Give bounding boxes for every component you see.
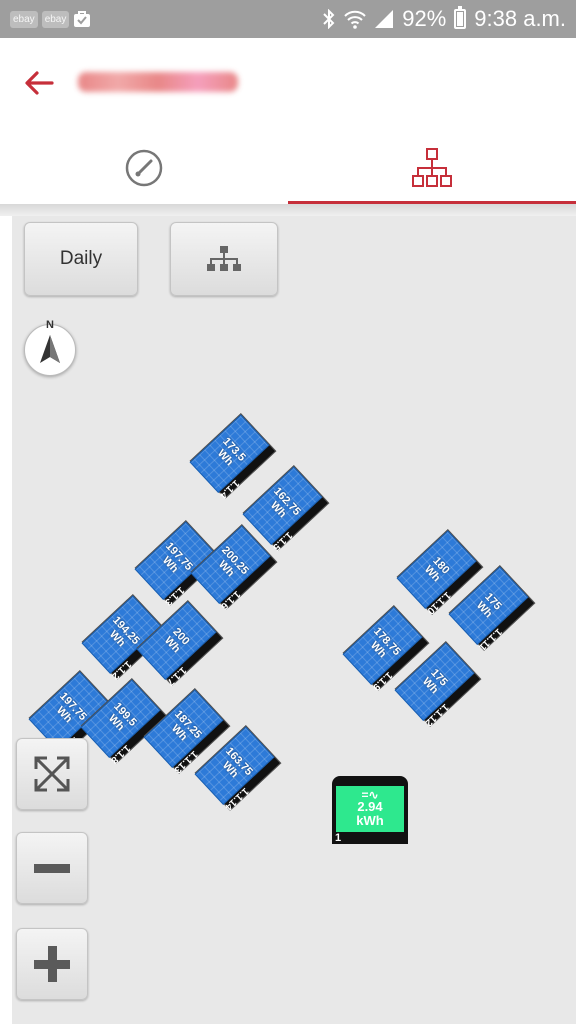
topology-view-button[interactable] — [170, 222, 278, 296]
fit-to-screen-button[interactable] — [16, 738, 88, 810]
solar-panel[interactable]: 173.5 Wh 1.1.4 — [189, 413, 277, 500]
hierarchy-icon — [207, 246, 241, 271]
north-arrow-icon — [40, 335, 60, 363]
ebay-notification-icon: ebay — [10, 10, 38, 28]
zoom-in-button[interactable] — [16, 928, 88, 1000]
back-button[interactable] — [22, 68, 56, 98]
site-name-redacted — [78, 72, 238, 92]
app-bar — [0, 38, 576, 130]
bluetooth-icon — [323, 9, 335, 29]
inverter[interactable]: =∿ 2.94 kWh 1 — [332, 776, 408, 844]
inverter-screen: =∿ 2.94 kWh — [336, 786, 404, 832]
status-bar-left: ebay ebay — [10, 10, 91, 28]
inverter-energy-unit: kWh — [356, 813, 384, 828]
status-bar-right: 92% 9:38 a.m. — [322, 6, 566, 32]
tab-layout[interactable] — [288, 130, 576, 206]
inverter-id: 1 — [335, 832, 342, 844]
minus-icon — [34, 864, 70, 873]
plus-icon — [34, 946, 70, 982]
period-daily-button[interactable]: Daily — [24, 222, 138, 296]
tab-bar — [0, 130, 576, 206]
back-arrow-icon — [25, 71, 54, 95]
inverter-energy-value: 2.94 — [357, 799, 383, 814]
battery-percentage: 92% — [402, 6, 447, 31]
signal-icon — [375, 10, 394, 28]
ebay-notification-icon: ebay — [41, 10, 70, 28]
gauge-icon — [125, 149, 163, 187]
expand-icon — [34, 756, 70, 792]
tab-shadow — [0, 204, 576, 216]
check-bag-icon — [74, 11, 91, 27]
hierarchy-icon — [412, 148, 452, 187]
clock: 9:38 a.m. — [474, 6, 566, 31]
wifi-icon — [344, 10, 366, 29]
battery-icon — [454, 6, 467, 29]
status-bar: ebay ebay 92% 9:38 a.m. — [0, 0, 576, 38]
array-layout-map[interactable]: Daily N 197.75Wh1.1.1194.25Wh1.1.2197.75… — [12, 216, 576, 1024]
zoom-out-button[interactable] — [16, 832, 88, 904]
tab-dashboard[interactable] — [0, 130, 288, 206]
compass[interactable]: N — [24, 319, 76, 376]
